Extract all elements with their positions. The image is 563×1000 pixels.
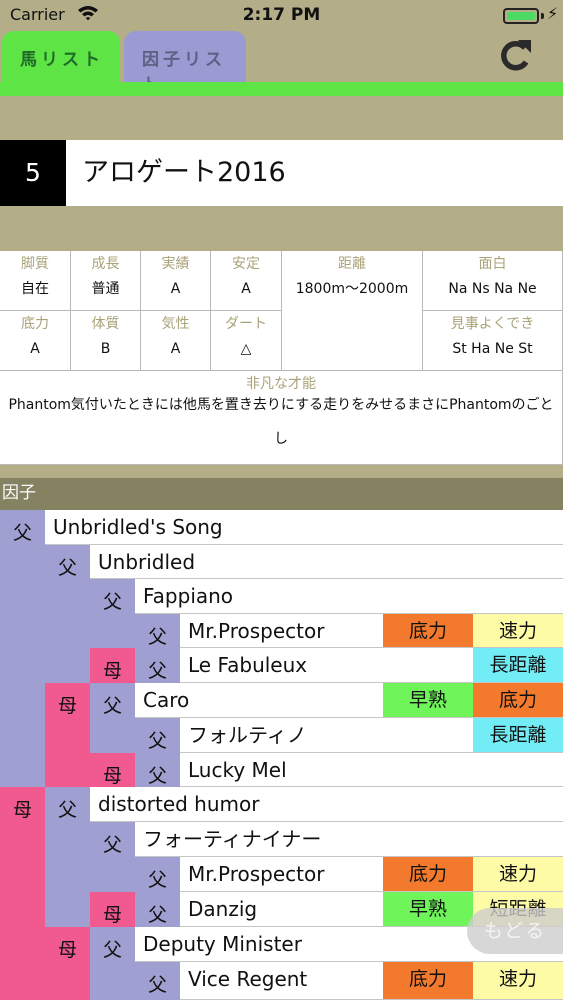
factor-tag-speed: 速力 bbox=[473, 857, 563, 892]
pedigree-label-father: 父 bbox=[135, 614, 180, 648]
stat-label: 成長 bbox=[91, 256, 120, 272]
pedigree-horse-name: Le Fabuleux bbox=[180, 648, 473, 683]
stat-record: 実績 A bbox=[141, 251, 211, 311]
pedigree-label-mother: 母 bbox=[90, 648, 135, 683]
pedigree-label-father: 父 bbox=[90, 822, 135, 892]
pedigree-label-father: 父 bbox=[90, 683, 135, 753]
stat-value: 普通 bbox=[91, 281, 120, 297]
pedigree-label-father: 父 bbox=[135, 962, 180, 1000]
stat-dirt: ダート △ bbox=[211, 311, 282, 371]
pedigree-horse-name: Caro bbox=[135, 683, 383, 718]
pedigree-label-father: 父 bbox=[0, 510, 45, 787]
factor-tag-stamina: 底力 bbox=[473, 683, 563, 718]
stat-value: 自在 bbox=[21, 281, 49, 297]
stat-value: B bbox=[100, 341, 111, 357]
stat-value: 1800m〜2000m bbox=[295, 281, 409, 297]
stat-value: St Ha Ne St bbox=[452, 341, 533, 357]
factor-tag-speed: 速力 bbox=[473, 962, 563, 1000]
tab-factor-list[interactable]: 因子リスト bbox=[124, 31, 246, 95]
battery-tip bbox=[541, 13, 544, 19]
refresh-icon[interactable] bbox=[494, 36, 534, 76]
stat-leg: 脚質 自在 bbox=[0, 251, 71, 311]
pedigree-horse-name: フォルティノ bbox=[180, 718, 473, 753]
pedigree-horse-name: Mr.Prospector bbox=[180, 614, 383, 648]
tab-underline bbox=[0, 82, 563, 96]
stat-distance: 距離 1800m〜2000m bbox=[282, 251, 423, 371]
factor-tag-stamina: 底力 bbox=[383, 857, 473, 892]
pedigree-label-mother: 母 bbox=[45, 927, 90, 1000]
stat-label: ダート bbox=[225, 316, 267, 332]
stat-value: A bbox=[170, 341, 181, 357]
pedigree-horse-name: Danzig bbox=[180, 892, 383, 927]
pedigree-label-father: 父 bbox=[135, 857, 180, 892]
stat-label: 実績 bbox=[161, 256, 190, 272]
pedigree-label-father: 父 bbox=[135, 718, 180, 753]
pedigree-label-father: 父 bbox=[135, 753, 180, 787]
pedigree-horse-name: distorted humor bbox=[90, 787, 563, 822]
stat-label: 安定 bbox=[232, 256, 260, 272]
stat-stability: 安定 A bbox=[211, 251, 282, 311]
stat-label: 距離 bbox=[338, 256, 366, 272]
stat-body: 体質 B bbox=[71, 311, 141, 371]
factor-tag-stamina: 底力 bbox=[383, 962, 473, 1000]
pedigree-horse-name: フォーティナイナー bbox=[135, 822, 563, 857]
pedigree-label-mother: 母 bbox=[90, 753, 135, 787]
battery-icon bbox=[503, 8, 539, 24]
factor-tag-early: 早熟 bbox=[383, 683, 473, 718]
factor-tag-stamina: 底力 bbox=[383, 614, 473, 648]
stat-value: △ bbox=[240, 341, 252, 357]
stat-label: 気性 bbox=[161, 316, 190, 332]
stat-temper: 気性 A bbox=[141, 311, 211, 371]
pedigree-horse-name: Fappiano bbox=[135, 579, 563, 614]
pedigree-label-mother: 母 bbox=[45, 683, 90, 787]
factor-section-header: 因子 bbox=[0, 478, 563, 510]
stat-fun: 面白 Na Ns Na Ne bbox=[423, 251, 563, 311]
stat-label: 体質 bbox=[91, 316, 120, 332]
stat-value: A bbox=[30, 341, 40, 357]
stat-stamina: 底力 A bbox=[0, 311, 71, 371]
pedigree-horse-name: Mr.Prospector bbox=[180, 857, 383, 892]
talent-description: Phantom気付いたときには他馬を置き去りにする走りをみせるまさにPhanto… bbox=[8, 397, 554, 447]
stat-label: 面白 bbox=[478, 256, 507, 272]
stat-value: A bbox=[241, 281, 251, 297]
pedigree-label-father: 父 bbox=[90, 579, 135, 648]
factor-tag-long-distance: 長距離 bbox=[473, 648, 563, 683]
factor-tag-early: 早熟 bbox=[383, 892, 473, 927]
back-button[interactable]: もどる bbox=[467, 908, 563, 954]
pedigree-label-father: 父 bbox=[45, 545, 90, 683]
pedigree-label-father: 父 bbox=[45, 787, 90, 927]
charging-bolt-icon: ⚡ bbox=[547, 4, 559, 23]
pedigree-label-father: 父 bbox=[90, 927, 135, 1000]
stat-label: 見事よくでき bbox=[450, 316, 535, 332]
stat-value: Na Ns Na Ne bbox=[448, 281, 537, 297]
stat-value: A bbox=[170, 281, 181, 297]
tab-horse-list[interactable]: 馬リスト bbox=[2, 31, 120, 83]
stat-label: 脚質 bbox=[21, 256, 49, 272]
clock: 2:17 PM bbox=[242, 5, 321, 25]
pedigree-horse-name: Unbridled bbox=[90, 545, 563, 579]
stat-talent: 非凡な才能 Phantom気付いたときには他馬を置き去りにする走りをみせるまさに… bbox=[0, 371, 563, 465]
pedigree-horse-name: Lucky Mel bbox=[180, 753, 563, 787]
pedigree-label-father: 父 bbox=[135, 892, 180, 927]
horse-number: 5 bbox=[0, 140, 66, 206]
stat-label: 底力 bbox=[21, 316, 49, 332]
pedigree-horse-name: Unbridled's Song bbox=[45, 510, 563, 545]
pedigree-horse-name: Vice Regent bbox=[180, 962, 383, 1000]
stat-growth: 成長 普通 bbox=[71, 251, 141, 311]
factor-tag-speed: 速力 bbox=[473, 614, 563, 648]
pedigree-label-father: 父 bbox=[135, 648, 180, 683]
pedigree-label-mother: 母 bbox=[90, 892, 135, 927]
horse-name: アロゲート2016 bbox=[66, 140, 563, 206]
pedigree-label-mother: 母 bbox=[0, 787, 45, 1000]
factor-tag-long-distance: 長距離 bbox=[473, 718, 563, 753]
stat-highlight: 見事よくでき St Ha Ne St bbox=[423, 311, 563, 371]
status-bar: Carrier 2:17 PM ⚡ bbox=[0, 0, 563, 30]
